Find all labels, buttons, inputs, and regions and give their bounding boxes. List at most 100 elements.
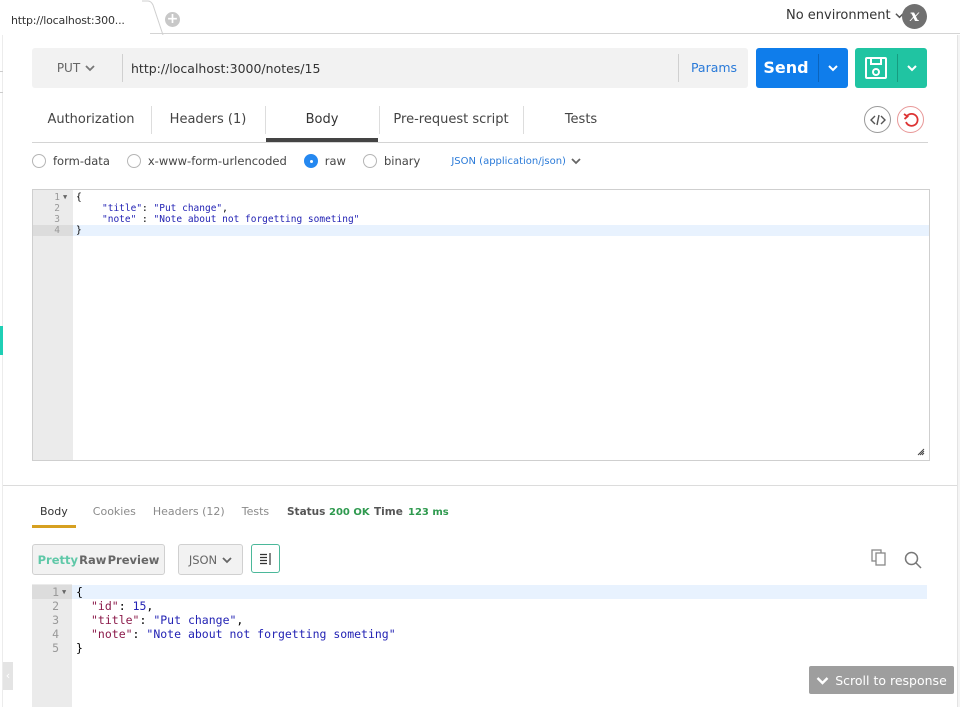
url-input[interactable] — [131, 48, 671, 88]
response-tab-tests[interactable]: Tests — [242, 503, 269, 528]
tab-headers[interactable]: Headers (1) — [152, 100, 264, 142]
body-type-group: form-data x-www-form-urlencoded raw bina… — [32, 152, 581, 170]
generate-code-button[interactable] — [864, 106, 891, 133]
code-line: 1 ▼ { — [33, 192, 929, 203]
sidebar-toggle-marker[interactable] — [0, 326, 3, 355]
save-options-chevron-icon[interactable] — [901, 61, 923, 75]
tab-bar: http://localhost:300... + No environment… — [0, 0, 960, 35]
reset-icon — [902, 112, 918, 127]
code-icon — [869, 114, 886, 125]
radio-raw[interactable]: raw — [303, 154, 346, 168]
code-line: 3 "note" : "Note about not forgetting so… — [33, 214, 929, 225]
request-tab-active[interactable]: http://localhost:300... — [0, 0, 150, 35]
send-button[interactable]: Send — [756, 48, 848, 88]
tab-tests[interactable]: Tests — [524, 100, 638, 142]
json-tail: , — [222, 203, 228, 214]
fold-arrow-icon[interactable]: ▼ — [62, 585, 66, 599]
time-label: Time — [374, 506, 403, 518]
resize-handle-icon[interactable] — [917, 448, 925, 456]
radio-circle-checked[interactable] — [303, 154, 318, 168]
wrap-lines-icon — [260, 552, 271, 565]
add-tab-icon[interactable]: + — [165, 12, 180, 27]
params-button[interactable]: Params — [680, 48, 748, 88]
radio-circle[interactable] — [362, 154, 377, 168]
send-options-chevron-icon[interactable] — [822, 61, 844, 75]
environment-select[interactable]: No environment — [786, 8, 904, 23]
rail-tick — [0, 71, 3, 72]
response-tab-headers[interactable]: Headers (12) — [153, 503, 225, 528]
separator — [678, 54, 679, 82]
response-tab-cookies[interactable]: Cookies — [93, 503, 136, 528]
divider — [3, 485, 957, 486]
code-text: } — [76, 225, 82, 236]
collapse-sidebar-button[interactable]: ‹ — [3, 662, 13, 690]
code-line-active: 4 } — [33, 225, 929, 236]
response-view-group: Pretty Raw Preview — [32, 544, 165, 575]
json-value: 15 — [132, 599, 147, 613]
code-text: { — [76, 585, 83, 599]
code-line: 5 } — [32, 641, 927, 655]
chevron-down-icon — [571, 158, 581, 165]
radio-x-www-form-urlencoded[interactable]: x-www-form-urlencoded — [126, 154, 287, 168]
tab-body[interactable]: Body — [266, 100, 378, 142]
status-value: 200 OK — [329, 507, 370, 518]
code-text: "title": "Put change", — [91, 613, 244, 627]
raw-type-select[interactable]: JSON (application/json) — [451, 156, 581, 167]
scroll-to-response-button[interactable]: Scroll to response — [809, 666, 954, 694]
response-tab-body[interactable]: Body — [32, 503, 76, 528]
radio-label: form-data — [53, 154, 110, 168]
json-sep: : — [136, 214, 154, 225]
code-text: "note": "Note about not forgetting somet… — [91, 627, 396, 641]
raw-type-label: JSON (application/json) — [451, 155, 566, 167]
radio-label: raw — [324, 154, 346, 168]
code-line: 3 "title": "Put change", — [32, 613, 927, 627]
radio-form-data[interactable]: form-data — [32, 154, 110, 168]
code-text: "title": "Put change", — [102, 203, 228, 214]
response-body-viewer[interactable]: 1 ▼ { 2 "id": 15, 3 "title": "Put change… — [32, 584, 927, 707]
radio-circle[interactable] — [126, 154, 141, 168]
radio-label: x-www-form-urlencoded — [147, 154, 287, 168]
separator — [122, 54, 123, 82]
copy-icon[interactable] — [871, 549, 887, 566]
tab-pre-request-script[interactable]: Pre-request script — [380, 100, 522, 142]
line-number: 1 — [54, 192, 60, 203]
request-tab-label: http://localhost:300... — [11, 14, 125, 27]
method-select[interactable]: PUT — [32, 48, 120, 88]
response-format-select[interactable]: JSON — [178, 544, 243, 575]
json-key: "title" — [91, 613, 140, 627]
line-number: 5 — [52, 641, 59, 655]
environment-quick-look-icon[interactable]: x — [902, 4, 927, 29]
line-number: 2 — [52, 599, 59, 613]
search-icon[interactable] — [904, 551, 922, 569]
json-value: "Put change" — [153, 203, 223, 214]
format-label: JSON — [188, 552, 218, 567]
line-number: 3 — [52, 613, 59, 627]
view-preview[interactable]: Preview — [108, 553, 160, 567]
reset-button[interactable] — [897, 106, 924, 133]
request-body-editor[interactable]: 1 ▼ { 2 "title": "Put change", 3 "note" … — [32, 189, 930, 461]
send-label: Send — [763, 58, 809, 77]
response-tabs: Body Cookies Headers (12) Tests — [32, 503, 286, 528]
status-label: Status — [287, 506, 326, 518]
radio-binary[interactable]: binary — [362, 154, 421, 168]
json-key: "note" — [102, 214, 137, 225]
separator — [818, 54, 819, 82]
tab-edge — [142, 0, 164, 35]
wrap-lines-button[interactable] — [251, 544, 280, 573]
code-line: 2 "id": 15, — [32, 599, 927, 613]
code-text: { — [76, 192, 82, 203]
json-value: "Note about not forgetting someting" — [146, 627, 396, 641]
json-tail: , — [146, 599, 154, 613]
fold-arrow-icon[interactable]: ▼ — [63, 192, 67, 203]
radio-label: binary — [383, 154, 421, 168]
view-pretty[interactable]: Pretty — [38, 553, 78, 567]
radio-circle[interactable] — [32, 154, 46, 168]
save-button[interactable] — [855, 48, 927, 88]
line-number: 3 — [54, 214, 60, 225]
left-rail — [0, 35, 3, 707]
chevron-down-icon — [85, 65, 95, 72]
view-raw[interactable]: Raw — [79, 553, 106, 567]
code-text: } — [76, 641, 83, 655]
scroll-to-response-label: Scroll to response — [835, 672, 947, 688]
tab-authorization[interactable]: Authorization — [32, 100, 150, 142]
